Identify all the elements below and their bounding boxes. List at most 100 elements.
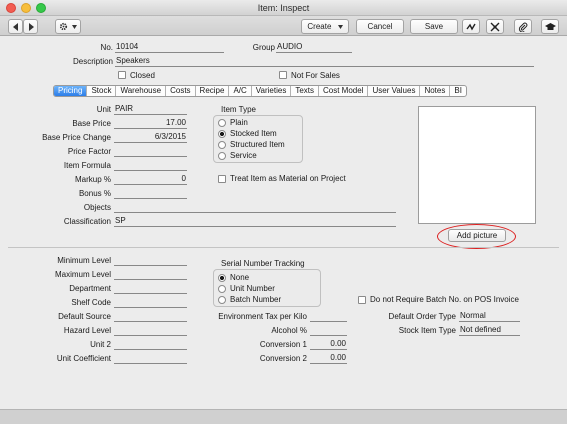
tab-pricing[interactable]: Pricing [54, 86, 88, 96]
tab-user-values[interactable]: User Values [368, 86, 421, 96]
group-label: Group [252, 43, 275, 52]
objects-field[interactable] [114, 202, 396, 213]
unit-coefficient-label: Unit Coefficient [56, 354, 111, 363]
no-label: No. [100, 43, 113, 52]
paperclip-icon [518, 22, 528, 33]
item-type-group [213, 115, 303, 163]
card-tabs: Pricing Stock Warehouse Costs Recipe A/C… [53, 85, 467, 97]
shelf-code-field[interactable] [114, 297, 187, 308]
unit2-field[interactable] [114, 339, 187, 350]
default-order-type-field[interactable]: Normal [459, 311, 520, 322]
serial-batch-number-radio[interactable] [218, 296, 226, 304]
conversion2-field[interactable]: 0.00 [310, 353, 347, 364]
zigzag-icon [466, 23, 476, 31]
minimize-window-button[interactable] [21, 3, 31, 13]
classification-field[interactable]: SP [114, 216, 396, 227]
base-price-change-label: Base Price Change [42, 133, 111, 142]
item-picture-well[interactable] [418, 106, 536, 224]
base-price-label: Base Price [72, 119, 111, 128]
group-field[interactable]: AUDIO [276, 42, 352, 53]
item-formula-field[interactable] [114, 160, 187, 171]
item-type-plain-radio[interactable] [218, 119, 226, 127]
help-button[interactable] [541, 19, 559, 34]
tab-costs[interactable]: Costs [166, 86, 196, 96]
gear-icon [59, 22, 67, 31]
shelf-code-label: Shelf Code [71, 298, 111, 307]
minimum-level-label: Minimum Level [57, 256, 111, 265]
triangle-left-icon [12, 23, 18, 31]
markup-field[interactable]: 0 [114, 174, 187, 185]
base-price-change-field[interactable]: 6/3/2015 [114, 132, 187, 143]
conversion1-field[interactable]: 0.00 [310, 339, 347, 350]
previous-record-button[interactable] [8, 19, 23, 34]
alcohol-label: Alcohol % [271, 326, 307, 335]
tab-warehouse[interactable]: Warehouse [116, 86, 167, 96]
unit-field[interactable]: PAIR [114, 104, 187, 115]
price-factor-field[interactable] [114, 146, 187, 157]
graduation-cap-icon [544, 23, 556, 30]
closed-label: Closed [130, 71, 155, 80]
base-price-field[interactable]: 17.00 [114, 118, 187, 129]
stock-item-type-label: Stock Item Type [398, 326, 456, 335]
item-type-service-radio[interactable] [218, 152, 226, 160]
environment-tax-label: Environment Tax per Kilo [218, 312, 307, 321]
item-formula-label: Item Formula [63, 161, 111, 170]
item-inspect-window: Item: Inspect Create Cancel Save No. 101… [0, 0, 567, 424]
maximum-level-field[interactable] [114, 269, 187, 280]
section-divider [8, 247, 559, 248]
hazard-level-field[interactable] [114, 325, 187, 336]
no-batch-pos-checkbox[interactable] [358, 296, 366, 304]
item-type-service-label: Service [230, 151, 257, 160]
maximum-level-label: Maximum Level [54, 270, 111, 279]
alcohol-field[interactable] [310, 325, 347, 336]
status-bar [0, 409, 567, 424]
treat-material-checkbox[interactable] [218, 175, 226, 183]
linked-records-button[interactable] [486, 19, 504, 34]
unit-coefficient-field[interactable] [114, 353, 187, 364]
default-source-field[interactable] [114, 311, 187, 322]
tab-recipe[interactable]: Recipe [196, 86, 230, 96]
cancel-button[interactable]: Cancel [356, 19, 404, 34]
default-source-label: Default Source [58, 312, 111, 321]
tab-stock[interactable]: Stock [87, 86, 117, 96]
create-button-label: Create [307, 22, 332, 31]
closed-checkbox[interactable] [118, 71, 126, 79]
bonus-field[interactable] [114, 188, 187, 199]
next-record-button[interactable] [23, 19, 38, 34]
no-field[interactable]: 10104 [115, 42, 224, 53]
tab-ac[interactable]: A/C [229, 86, 252, 96]
item-type-stocked-label: Stocked Item [230, 129, 277, 138]
zoom-window-button[interactable] [36, 3, 46, 13]
serial-none-label: None [230, 273, 250, 282]
arrows-icon [490, 22, 500, 32]
create-button[interactable]: Create [301, 19, 349, 34]
not-for-sales-checkbox[interactable] [279, 71, 287, 79]
tab-varieties[interactable]: Varieties [252, 86, 292, 96]
minimum-level-field[interactable] [114, 255, 187, 266]
environment-tax-field[interactable] [310, 311, 347, 322]
serial-unit-number-label: Unit Number [230, 284, 275, 293]
conversion2-label: Conversion 2 [259, 354, 307, 363]
item-type-stocked-radio[interactable] [218, 130, 226, 138]
close-window-button[interactable] [6, 3, 16, 13]
serial-unit-number-radio[interactable] [218, 285, 226, 293]
department-field[interactable] [114, 283, 187, 294]
unit-label: Unit [96, 105, 111, 114]
tab-cost-model[interactable]: Cost Model [319, 86, 369, 96]
item-type-structured-radio[interactable] [218, 141, 226, 149]
highlight-circle [437, 224, 516, 249]
activity-button[interactable] [462, 19, 480, 34]
description-field[interactable]: Speakers [115, 56, 534, 67]
save-button[interactable]: Save [410, 19, 458, 34]
tab-notes[interactable]: Notes [420, 86, 451, 96]
window-title: Item: Inspect [257, 3, 310, 13]
operations-menu-button[interactable] [55, 19, 81, 34]
attachments-button[interactable] [514, 19, 532, 34]
tab-texts[interactable]: Texts [291, 86, 319, 96]
item-type-structured-label: Structured Item [230, 140, 285, 149]
stock-item-type-field[interactable]: Not defined [459, 325, 520, 336]
chevron-down-icon [337, 25, 343, 29]
tab-bi[interactable]: BI [450, 86, 466, 96]
serial-batch-number-label: Batch Number [230, 295, 282, 304]
serial-none-radio[interactable] [218, 274, 226, 282]
